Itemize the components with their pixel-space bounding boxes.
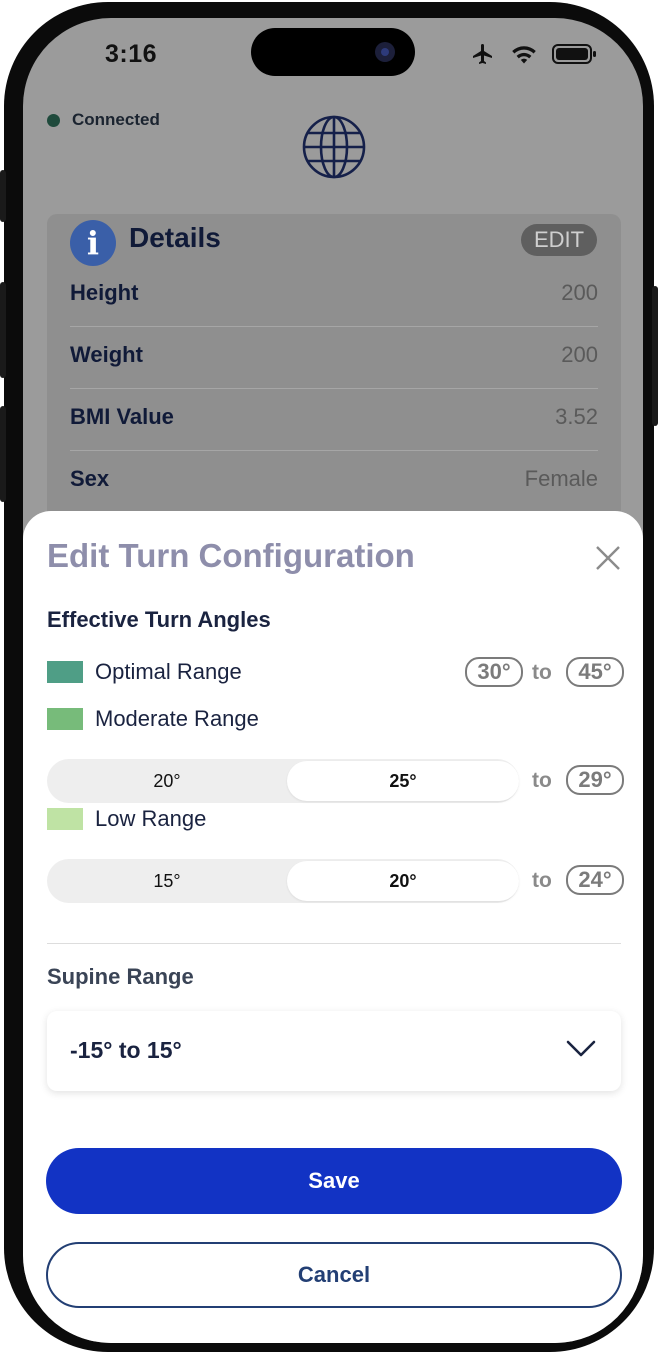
phone-frame: 3:16 Connected i Details EDIT Height 200… bbox=[0, 2, 658, 1352]
details-row: Weight 200 bbox=[70, 326, 598, 389]
row-label: Weight bbox=[70, 342, 143, 367]
optimal-color-swatch bbox=[47, 661, 83, 683]
connection-status: Connected bbox=[47, 110, 160, 130]
details-title: Details bbox=[129, 222, 221, 253]
row-value: 200 bbox=[561, 342, 598, 367]
mute-switch bbox=[0, 170, 6, 222]
sheet-title: Edit Turn Configuration bbox=[47, 537, 415, 574]
row-value: 3.52 bbox=[555, 404, 598, 429]
wifi-icon bbox=[512, 46, 536, 64]
moderate-option-25[interactable]: 25° bbox=[287, 761, 519, 801]
supine-range-dropdown[interactable]: -15° to 15° bbox=[47, 1011, 621, 1091]
edit-turn-sheet: Edit Turn Configuration Effective Turn A… bbox=[23, 511, 643, 1343]
optimal-from-value[interactable]: 30° bbox=[465, 657, 523, 687]
moderate-option-20[interactable]: 20° bbox=[47, 759, 287, 803]
low-to-value[interactable]: 24° bbox=[566, 865, 624, 895]
details-row: Sex Female bbox=[70, 450, 598, 512]
supine-range-heading: Supine Range bbox=[47, 964, 194, 989]
connection-dot bbox=[47, 113, 60, 127]
moderate-to-label: to bbox=[532, 769, 552, 792]
moderate-segmented-control: 20° 25° bbox=[47, 759, 519, 803]
low-option-20[interactable]: 20° bbox=[287, 861, 519, 901]
effective-turn-angles-heading: Effective Turn Angles bbox=[47, 607, 271, 632]
power-button bbox=[652, 286, 658, 426]
camera-icon bbox=[375, 42, 395, 62]
low-option-15[interactable]: 15° bbox=[47, 859, 287, 903]
row-label: Sex bbox=[70, 466, 110, 491]
volume-up-button bbox=[0, 282, 6, 378]
row-label: BMI Value bbox=[70, 404, 174, 429]
details-row: Height 200 bbox=[70, 264, 598, 327]
moderate-to-value[interactable]: 29° bbox=[566, 765, 624, 795]
optimal-range-label: Optimal Range bbox=[95, 659, 242, 684]
low-color-swatch bbox=[47, 808, 83, 830]
screen: 3:16 Connected i Details EDIT Height 200… bbox=[23, 18, 643, 1343]
chevron-down-icon bbox=[566, 1040, 596, 1057]
row-label: Height bbox=[70, 280, 139, 305]
volume-down-button bbox=[0, 406, 6, 502]
low-segmented-control: 15° 20° bbox=[47, 859, 519, 903]
connection-label: Connected bbox=[72, 110, 160, 129]
close-icon[interactable] bbox=[593, 543, 623, 573]
moderate-color-swatch bbox=[47, 708, 83, 730]
supine-range-value: -15° to 15° bbox=[70, 1037, 182, 1063]
cancel-button[interactable]: Cancel bbox=[46, 1242, 622, 1308]
row-value: Female bbox=[524, 466, 598, 491]
globe-icon bbox=[302, 115, 366, 179]
status-time: 3:16 bbox=[105, 40, 158, 68]
moderate-range-label: Moderate Range bbox=[95, 706, 259, 731]
row-value: 200 bbox=[561, 280, 598, 305]
optimal-to-value[interactable]: 45° bbox=[566, 657, 624, 687]
save-button[interactable]: Save bbox=[46, 1148, 622, 1214]
dynamic-island bbox=[251, 28, 415, 76]
info-icon: i bbox=[70, 220, 116, 266]
optimal-to-label: to bbox=[532, 661, 552, 684]
edit-button[interactable]: EDIT bbox=[521, 224, 597, 256]
low-to-label: to bbox=[532, 869, 552, 892]
battery-icon bbox=[552, 44, 596, 64]
details-card: i Details EDIT Height 200 Weight 200 BMI… bbox=[47, 214, 621, 524]
status-icons bbox=[470, 42, 598, 66]
low-range-label: Low Range bbox=[95, 806, 207, 831]
section-divider bbox=[47, 943, 621, 944]
airplane-icon bbox=[473, 44, 492, 64]
details-row: BMI Value 3.52 bbox=[70, 388, 598, 451]
